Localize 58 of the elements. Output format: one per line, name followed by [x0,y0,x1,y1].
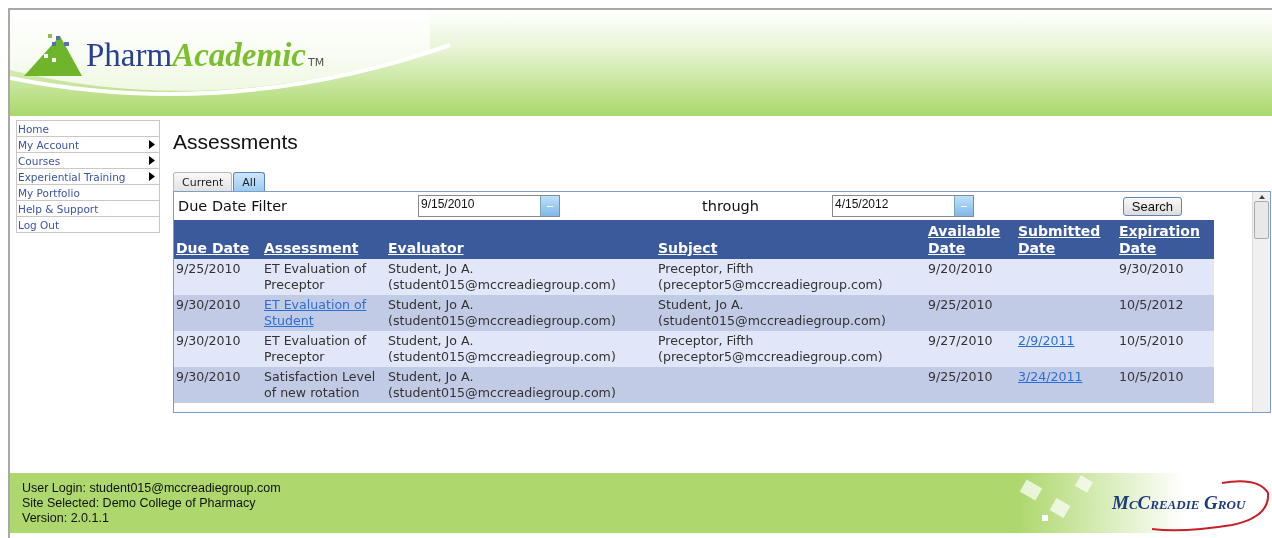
table-cell: Student, Jo A. (student015@mccreadiegroup.com) [386,367,656,403]
logo-text: PharmAcademicTM [86,36,325,74]
table-cell: 10/5/2012 [1117,295,1214,331]
table-cell: 9/30/2010 [174,367,262,403]
scrollbar[interactable] [1252,192,1270,412]
table-cell: 10/5/2010 [1117,367,1214,403]
table-cell: 9/25/2010 [174,259,262,295]
column-header[interactable]: Assessment [262,220,386,259]
filter-label: Due Date Filter [178,198,289,214]
table-cell: 9/30/2010 [1117,259,1214,295]
table-link[interactable]: 2/9/2011 [1016,331,1117,367]
date-field[interactable]: 9/15/2010 [418,195,560,217]
dropdown-button[interactable] [540,196,559,216]
column-header[interactable]: Submitted Date [1016,220,1117,259]
table-cell: 9/30/2010 [174,295,262,331]
sidebar-item[interactable]: Help & Support [17,201,159,217]
table-cell: Student, Jo A. (student015@mccreadiegroup.com) [386,259,656,295]
table-cell: Student, Jo A. (student015@mccreadiegroup.com) [386,331,656,367]
column-header[interactable]: Subject [656,220,926,259]
tab[interactable]: Current [173,172,233,191]
search-button[interactable]: Search [1122,196,1182,216]
footer-text: Site Selected: Demo College of Pharmacy [22,495,257,511]
column-header[interactable]: Expiration Date [1117,220,1214,259]
table-cell: 10/5/2010 [1117,331,1214,367]
through-label: through [702,198,760,214]
table-cell: 9/25/2010 [926,367,1016,403]
column-header[interactable]: Evaluator [386,220,656,259]
dash-icon [547,205,553,207]
table-cell: Preceptor, Fifth (preceptor5@mccreadiegroup.com) [656,331,926,367]
column-header[interactable]: Due Date [174,220,262,259]
table-cell: Satisfaction Level of new rotation [262,367,386,403]
column-header[interactable]: Available Date [926,220,1016,259]
table-cell: 9/27/2010 [926,331,1016,367]
sidebar-item[interactable]: My Account [17,137,159,153]
dash-icon [961,205,967,207]
table-cell: ET Evaluation of Preceptor [262,331,386,367]
logo-icon [22,32,84,78]
table-cell: 9/30/2010 [174,331,262,367]
scroll-thumb[interactable] [1254,201,1269,239]
footer-text: User Login: student015@mccreadiegroup.com [22,480,281,496]
footer-text: Version: 2.0.1.1 [22,510,110,526]
table-cell: ET Evaluation of Preceptor [262,259,386,295]
table-cell: Student, Jo A. (student015@mccreadiegroup.com) [386,295,656,331]
sidebar-item[interactable]: Home [17,121,159,137]
table-cell: 9/25/2010 [926,295,1016,331]
dropdown-button[interactable] [954,196,973,216]
sidebar-item[interactable]: Log Out [17,217,159,232]
date-field[interactable]: 4/15/2012 [832,195,974,217]
sidebar-item[interactable]: Experiential Training [17,169,159,185]
table-cell: 9/20/2010 [926,259,1016,295]
brand-logo-text: McCreadie Grou [1112,492,1246,514]
sidebar-item[interactable]: Courses [17,153,159,169]
page-title: Assessments [173,130,299,154]
up-arrow-icon[interactable] [1258,195,1265,199]
sidebar-item[interactable]: My Portfolio [17,185,159,201]
table-cell: Student, Jo A. (student015@mccreadiegroup.com) [656,295,926,331]
tab[interactable]: All [233,172,265,191]
table-cell: Preceptor, Fifth (preceptor5@mccreadiegroup.com) [656,259,926,295]
